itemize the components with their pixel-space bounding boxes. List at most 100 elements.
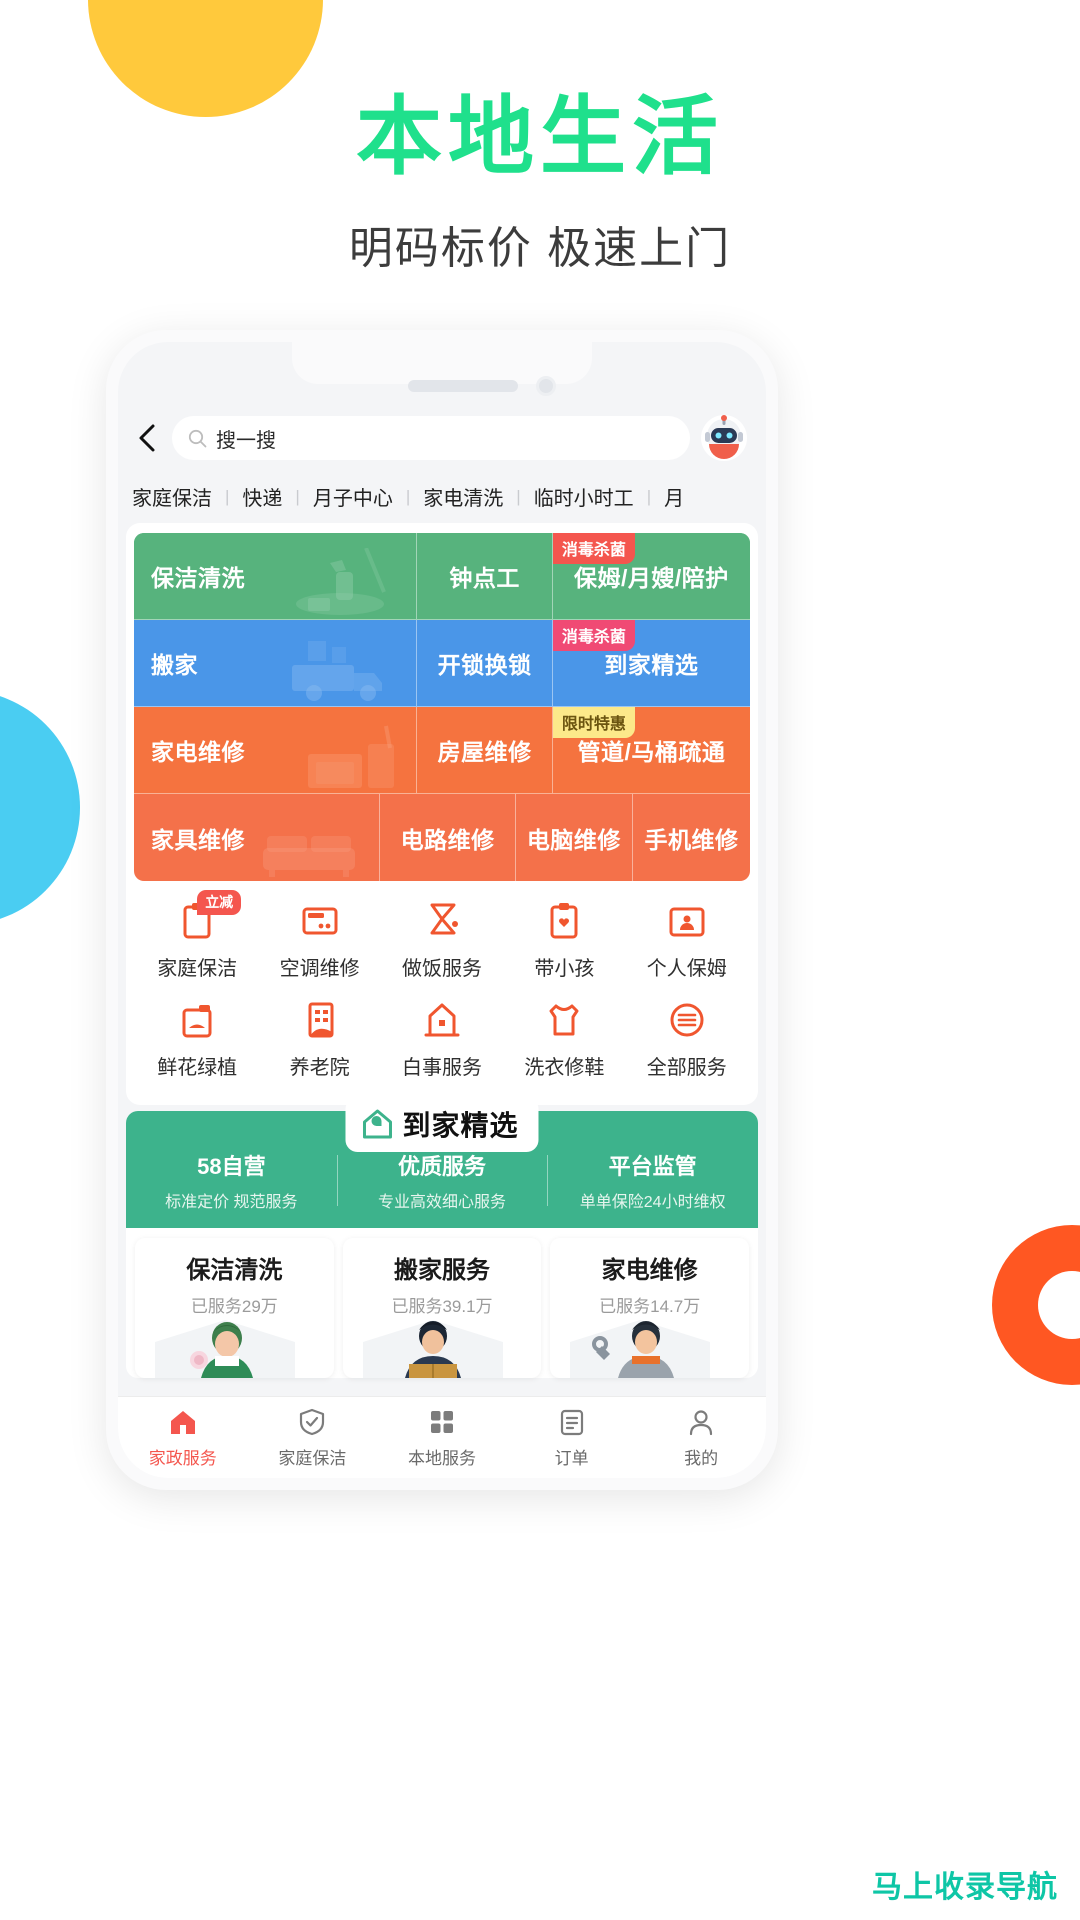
category-tab-strip[interactable]: 家庭保洁 | 快递 | 月子中心 | 家电清洗 | 临时小时工 | 月: [118, 472, 766, 523]
service-cell-banjia[interactable]: 搬家: [134, 620, 418, 707]
service-cell-label: 房屋维修: [437, 739, 532, 765]
service-card-baojie-qingxi[interactable]: 保洁清洗 已服务29万: [135, 1238, 334, 1378]
tabbar-item-jiazheng-fuwu[interactable]: 家政服务: [118, 1407, 248, 1469]
service-cell-jiaju-weixiu[interactable]: 家具维修: [134, 794, 381, 881]
service-card-list: 保洁清洗 已服务29万 搬家服务 已服务39.1万 家电维修 已服务14.7万: [126, 1228, 758, 1378]
service-grid-row-repair-2: 家具维修 电路维修 电脑维修 手机维修: [134, 794, 750, 881]
service-cell-jiadian-weixiu[interactable]: 家电维修: [134, 707, 418, 794]
service-grid-row-cleaning: 保洁清洗 钟点工 消毒杀菌 保姆/月嫂/陪护: [134, 533, 750, 620]
phone-speaker: [408, 380, 518, 392]
air-conditioner-icon: [298, 899, 342, 943]
robot-assistant-icon[interactable]: [700, 414, 748, 462]
tab-linshi-xiaoshigong[interactable]: 临时小时工: [534, 482, 634, 511]
promo-feature-58ziying: 58自营 标准定价 规范服务: [126, 1149, 337, 1212]
service-cell-baojie-qingxi[interactable]: 保洁清洗: [134, 533, 418, 620]
service-card-jiadian-weixiu[interactable]: 家电维修 已服务14.7万: [550, 1238, 750, 1378]
tab-yuezi-zhongxin[interactable]: 月子中心: [313, 482, 393, 511]
app-screen: 搜一搜 家庭保洁 | 快递 | 月子中心 | 家电清洗 | 临时小时工 | 月 …: [118, 400, 766, 1478]
decorative-blob-orange: [992, 1225, 1080, 1385]
promo-banner: 到家精选 58自营 标准定价 规范服务 优质服务 专业高效细心服务 平台监管 单…: [126, 1097, 758, 1228]
service-cell-label: 开锁换锁: [437, 652, 532, 678]
service-cell-kaisuo-huansuo[interactable]: 开锁换锁: [417, 620, 553, 707]
service-cell-fangwu-weixiu[interactable]: 房屋维修: [417, 707, 553, 794]
shield-icon: [297, 1407, 327, 1437]
page-title: 本地生活: [356, 89, 724, 185]
service-cell-diannao-weixiu[interactable]: 电脑维修: [515, 794, 633, 881]
quick-icon-kongtiao-weixiu[interactable]: 空调维修: [258, 899, 380, 981]
service-cell-baomu-yuesao-peihu[interactable]: 消毒杀菌 保姆/月嫂/陪护: [552, 533, 750, 620]
phone-camera: [536, 376, 556, 396]
search-placeholder-text: 搜一搜: [216, 429, 276, 452]
spray-bottle-icon: [280, 547, 410, 619]
service-cell-label: 钟点工: [449, 565, 520, 591]
service-cell-guandao-matong[interactable]: 限时特惠 管道/马桶疏通: [552, 707, 750, 794]
quick-icon-baishi-fuwu[interactable]: 白事服务: [381, 998, 503, 1080]
quick-icon-label: 全部服务: [646, 1057, 727, 1079]
service-cell-label: 电路维修: [400, 826, 495, 853]
tab-separator: |: [295, 486, 300, 506]
discount-badge: 立减: [197, 890, 242, 915]
watermark: 马上收录导航: [872, 1871, 1058, 1904]
tab-jiadian-qingxi[interactable]: 家电清洗: [423, 482, 503, 511]
decorative-blob-cyan: [0, 690, 80, 925]
status-badge-limited-offer: 限时特惠: [552, 707, 635, 738]
quick-icon-jiating-baojie[interactable]: 立减 家庭保洁: [136, 890, 258, 981]
quick-icon-zuofan-fuwu[interactable]: 做饭服务: [381, 899, 503, 981]
tabbar-label: 本地服务: [407, 1448, 476, 1468]
tabbar-label: 家政服务: [148, 1448, 217, 1468]
technician-photo: [570, 1320, 711, 1378]
service-cell-shouji-weixiu[interactable]: 手机维修: [632, 794, 750, 881]
tabbar-item-jiating-baojie[interactable]: 家庭保洁: [248, 1407, 378, 1469]
order-list-icon: [557, 1407, 587, 1437]
service-cell-dianlu-weixiu[interactable]: 电路维修: [380, 794, 516, 881]
tab-separator: |: [646, 486, 652, 506]
all-services-icon: [665, 998, 709, 1042]
tab-kuaidi[interactable]: 快递: [242, 482, 282, 511]
tabbar-item-bendi-fuwu[interactable]: 本地服务: [377, 1407, 507, 1469]
page-subtitle: 明码标价 极速上门: [348, 224, 732, 274]
service-card-banjia-fuwu[interactable]: 搬家服务 已服务39.1万: [342, 1238, 542, 1378]
chevron-left-icon[interactable]: [132, 421, 162, 455]
house-logo-icon: [361, 1108, 393, 1140]
phone-screen-bezel: 搜一搜 家庭保洁 | 快递 | 月子中心 | 家电清洗 | 临时小时工 | 月 …: [118, 342, 766, 1478]
promo-logo: 到家精选: [345, 1097, 539, 1152]
quick-icon-label: 白事服务: [401, 1057, 482, 1079]
quick-icon-quanbu-fuwu[interactable]: 全部服务: [626, 998, 748, 1080]
quick-icon-label: 养老院: [289, 1057, 350, 1079]
tabbar-item-dingdan[interactable]: 订单: [507, 1407, 637, 1469]
service-grid-row-repair: 家电维修 房屋维修 限时特惠 管道/马桶疏通: [134, 707, 750, 794]
quick-icon-xianhua-lvzhi[interactable]: 鲜花绿植: [136, 998, 258, 1080]
tab-separator: |: [225, 486, 230, 506]
appliance-icon: [280, 722, 410, 793]
tabbar-label: 订单: [554, 1448, 589, 1468]
quick-icon-xiyi-xiuxie[interactable]: 洗衣修鞋: [503, 998, 625, 1080]
service-cell-daojia-jingxuan[interactable]: 消毒杀菌 到家精选: [552, 620, 750, 707]
quick-icon-label: 空调维修: [279, 958, 360, 980]
tabbar-label: 我的: [684, 1448, 719, 1468]
tabbar-item-wode[interactable]: 我的: [636, 1407, 766, 1469]
service-cell-label: 电脑维修: [526, 826, 621, 853]
service-cell-label: 家具维修: [151, 826, 245, 853]
feature-title: 58自营: [197, 1154, 266, 1179]
main-content-card: 保洁清洗 钟点工 消毒杀菌 保姆/月嫂/陪护 搬家 开锁换锁 消毒杀菌 到家精选…: [126, 523, 758, 1105]
quick-icon-geren-baomu[interactable]: 个人保姆: [626, 899, 748, 981]
quick-icon-label: 鲜花绿植: [157, 1057, 238, 1079]
quick-icon-label: 家庭保洁: [157, 958, 238, 980]
promo-feature-youzhi-fuwu: 优质服务 专业高效细心服务: [336, 1149, 548, 1212]
tab-yue-partial[interactable]: 月: [664, 482, 684, 511]
home-icon: [168, 1407, 198, 1437]
service-cell-zhongdiangong[interactable]: 钟点工: [417, 533, 553, 620]
quick-icon-dai-xiaohai[interactable]: 带小孩: [503, 899, 625, 981]
plant-icon: [175, 998, 219, 1042]
tab-jiating-baojie[interactable]: 家庭保洁: [132, 482, 212, 511]
childcare-icon: [542, 899, 586, 943]
quick-icon-yanglaoyuan[interactable]: 养老院: [258, 998, 380, 1080]
cleaner-photo: [155, 1320, 295, 1378]
search-icon: [188, 429, 207, 448]
search-header: 搜一搜: [118, 400, 766, 472]
search-input[interactable]: 搜一搜: [172, 416, 690, 460]
service-cell-label: 保姆/月嫂/陪护: [574, 565, 729, 591]
cooking-icon: [420, 899, 464, 943]
service-grid: 保洁清洗 钟点工 消毒杀菌 保姆/月嫂/陪护 搬家 开锁换锁 消毒杀菌 到家精选…: [134, 533, 750, 881]
feature-subtitle: 标准定价 规范服务: [165, 1194, 298, 1211]
